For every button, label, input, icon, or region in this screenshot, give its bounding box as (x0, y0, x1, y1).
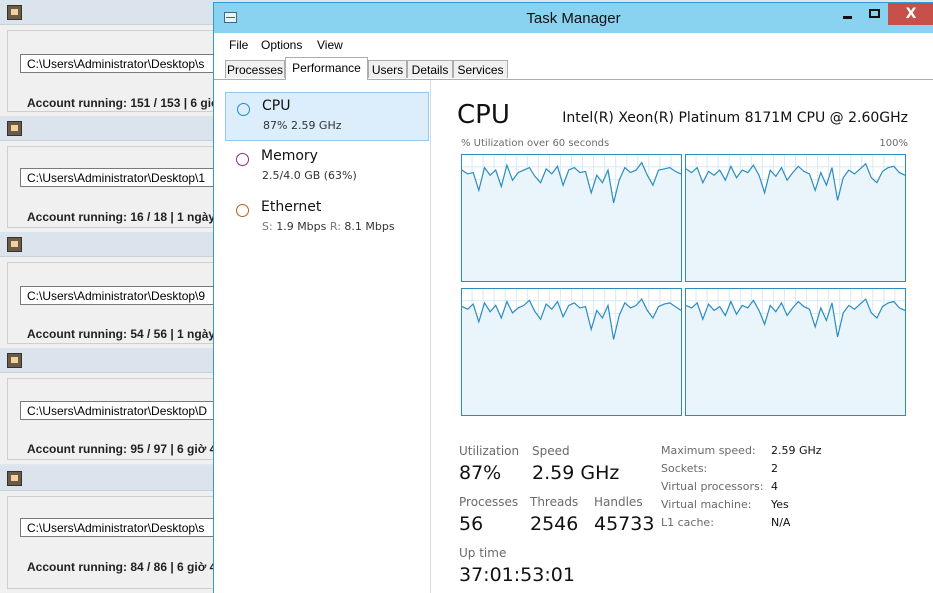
cpu-indicator-icon (237, 103, 250, 116)
threads-label: Threads (530, 495, 579, 509)
spec-max-speed-value: 2.59 GHz (771, 444, 822, 457)
spec-max-speed-label: Maximum speed: (661, 444, 756, 457)
ethernet-indicator-icon (236, 204, 249, 217)
tab-processes[interactable]: Processes (225, 60, 285, 78)
resource-name: Ethernet (261, 199, 322, 215)
speed-value: 2.59 GHz (532, 462, 620, 484)
window-titlebar[interactable] (0, 0, 214, 25)
account-status-text: Account running: 16 / 18 | 1 ngày (27, 210, 216, 224)
resource-item-ethernet[interactable]: Ethernet S: 1.9 Mbps R: 8.1 Mbps (225, 194, 429, 243)
account-status-text: Account running: 84 / 86 | 6 giờ 4 (27, 560, 217, 574)
menu-view[interactable]: View (317, 38, 343, 52)
spec-sockets-label: Sockets: (661, 462, 708, 475)
tab-strip: Processes Performance Users Details Serv… (214, 57, 933, 80)
spec-l1-cache-value: N/A (771, 516, 791, 529)
processes-label: Processes (459, 495, 519, 509)
minimize-icon (843, 16, 852, 19)
utilization-area (462, 162, 681, 281)
utilization-area (686, 163, 905, 281)
path-field[interactable]: C:\Users\Administrator\Desktop\D (20, 401, 214, 420)
window-titlebar[interactable] (0, 348, 214, 373)
speed-label: Speed (532, 444, 570, 458)
account-status-text: Account running: 54 / 56 | 1 ngày (27, 327, 216, 341)
app-icon (7, 5, 22, 20)
minimize-button[interactable] (834, 3, 861, 25)
resource-name: CPU (262, 98, 291, 114)
receive-label: R: (329, 220, 341, 233)
resource-name: Memory (261, 148, 318, 164)
tab-performance[interactable]: Performance (285, 57, 368, 80)
memory-indicator-icon (236, 153, 249, 166)
window-title: Task Manager (526, 10, 621, 27)
core-graph-3 (685, 288, 906, 416)
resource-item-memory[interactable]: Memory 2.5/4.0 GB (63%) (225, 143, 429, 192)
menu-file[interactable]: File (229, 38, 248, 52)
path-field[interactable]: C:\Users\Administrator\Desktop\s (20, 54, 214, 73)
background-app-window[interactable]: C:\Users\Administrator\Desktop\9 Account… (0, 232, 216, 348)
spec-virtual-machine-label: Virtual machine: (661, 498, 752, 511)
graph-max-label: 100% (879, 138, 908, 149)
spec-sockets-value: 2 (771, 462, 778, 475)
account-status-text: Account running: 95 / 97 | 6 giờ 4 (27, 442, 217, 456)
background-app-window[interactable]: C:\Users\Administrator\Desktop\1 Account… (0, 116, 216, 232)
maximize-button[interactable] (861, 3, 888, 25)
spec-virtual-machine-value: Yes (771, 498, 789, 511)
background-app-window[interactable]: C:\Users\Administrator\Desktop\D Account… (0, 348, 217, 464)
resource-detail: 2.5/4.0 GB (63%) (262, 169, 357, 182)
core-graph-2 (461, 288, 682, 416)
core-graph-1 (685, 154, 906, 282)
tab-details[interactable]: Details (407, 60, 453, 78)
app-icon (7, 471, 22, 486)
utilization-area (462, 299, 681, 415)
handles-value: 45733 (594, 513, 655, 535)
spec-virtual-processors-value: 4 (771, 480, 778, 493)
tab-services[interactable]: Services (453, 60, 508, 78)
spec-virtual-processors-label: Virtual processors: (661, 480, 764, 493)
uptime-value: 37:01:53:01 (459, 564, 575, 586)
app-icon (7, 353, 22, 368)
window-titlebar[interactable] (0, 232, 214, 257)
cpu-model: Intel(R) Xeon(R) Platinum 8171M CPU @ 2.… (562, 110, 908, 126)
window-titlebar[interactable] (0, 116, 214, 141)
processes-value: 56 (459, 513, 484, 535)
send-rate: 1.9 Mbps (276, 220, 327, 233)
utilization-label: Utilization (459, 444, 520, 458)
menu-options[interactable]: Options (261, 38, 302, 52)
app-icon (7, 237, 22, 252)
resource-detail: S: 1.9 Mbps R: 8.1 Mbps (262, 220, 395, 233)
window-titlebar[interactable] (0, 466, 214, 491)
close-button[interactable]: X (888, 3, 933, 25)
maximize-icon (869, 9, 880, 18)
background-app-window[interactable]: C:\Users\Administrator\Desktop\s Account… (0, 0, 220, 116)
resource-list: CPU 87% 2.59 GHz Memory 2.5/4.0 GB (63%)… (214, 80, 431, 593)
account-status-text: Account running: 151 / 153 | 6 giờ (27, 96, 220, 110)
utilization-area (686, 299, 905, 415)
tab-users[interactable]: Users (368, 60, 407, 78)
utilization-value: 87% (459, 462, 502, 484)
app-icon (7, 121, 22, 136)
app-panel (7, 496, 214, 589)
uptime-label: Up time (459, 546, 507, 560)
detail-title: CPU (457, 100, 510, 130)
spec-l1-cache-label: L1 cache: (661, 516, 714, 529)
handles-label: Handles (594, 495, 643, 509)
core-graph-0 (461, 154, 682, 282)
resource-item-cpu[interactable]: CPU 87% 2.59 GHz (225, 92, 429, 141)
background-app-window[interactable]: C:\Users\Administrator\Desktop\s Account… (0, 466, 217, 593)
resource-detail: 87% 2.59 GHz (263, 119, 342, 132)
titlebar[interactable]: Task Manager X (214, 3, 933, 33)
path-field[interactable]: C:\Users\Administrator\Desktop\1 (20, 168, 214, 187)
send-label: S: (262, 220, 273, 233)
graph-caption: % Utilization over 60 seconds (461, 138, 610, 149)
path-field[interactable]: C:\Users\Administrator\Desktop\s (20, 518, 214, 537)
task-manager-window[interactable]: Task Manager X File Options View Process… (213, 2, 933, 593)
threads-value: 2546 (530, 513, 579, 535)
receive-rate: 8.1 Mbps (344, 220, 395, 233)
path-field[interactable]: C:\Users\Administrator\Desktop\9 (20, 286, 214, 305)
